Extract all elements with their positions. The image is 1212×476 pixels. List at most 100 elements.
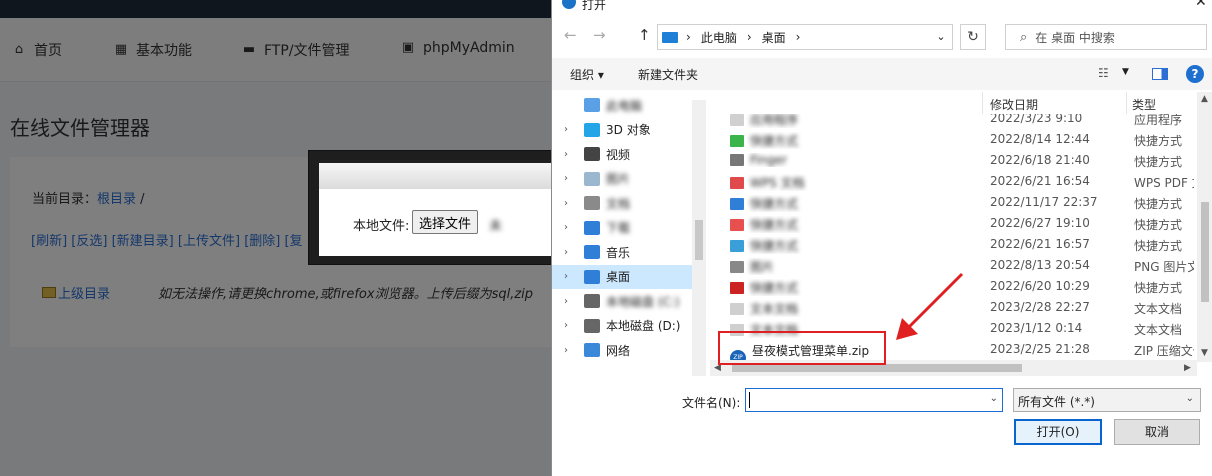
tree-item-label: 网络 [606, 343, 631, 358]
column-header: 修改日期 类型 [710, 92, 1212, 114]
chevron-down-icon[interactable]: ⌄ [990, 393, 998, 404]
search-input[interactable]: ⌕ 在 桌面 中搜索 [1005, 24, 1207, 50]
tree-item[interactable]: › 网络 [552, 338, 692, 362]
scroll-thumb[interactable] [695, 220, 703, 260]
chevron-right-icon[interactable]: › [564, 320, 578, 331]
file-row[interactable]: Finger 2022/6/18 21:40 快捷方式 [710, 150, 1190, 171]
file-name-cell: 快捷方式 [730, 279, 970, 296]
computer-icon [662, 31, 678, 43]
back-arrow-icon[interactable]: ← [564, 26, 577, 44]
folder-icon [584, 269, 600, 284]
scroll-thumb[interactable] [732, 364, 1022, 372]
column-date[interactable]: 修改日期 [990, 96, 1038, 113]
open-file-dialog: 打开 ✕ ← → ↑ › 此电脑 › 桌面 › ⌄ ↻ ⌕ 在 桌面 中搜索 组… [551, 0, 1212, 476]
address-bar[interactable]: › 此电脑 › 桌面 › ⌄ [657, 24, 953, 50]
refresh-button[interactable]: ↻ [960, 24, 986, 50]
forward-arrow-icon[interactable]: → [593, 26, 606, 44]
folder-icon [584, 196, 600, 210]
scroll-thumb[interactable] [1201, 202, 1209, 302]
tree-item-label: 图片 [606, 172, 631, 186]
file-name: 应用程序 [750, 113, 799, 127]
breadcrumb-this-pc[interactable]: 此电脑 [701, 29, 737, 46]
tree-item[interactable]: › 本地磁盘 (C:) [552, 289, 692, 313]
file-name: 快捷方式 [750, 134, 799, 148]
tree-item-label: 此电脑 [606, 98, 643, 113]
breadcrumb-desktop[interactable]: 桌面 [762, 29, 786, 46]
choose-file-button[interactable]: 选择文件 [412, 210, 479, 234]
new-folder-button[interactable]: 新建文件夹 [638, 66, 698, 83]
tree-item[interactable]: › 本地磁盘 (D:) [552, 314, 692, 338]
tree-item[interactable]: › 3D 对象 [552, 118, 692, 142]
chevron-right-icon[interactable]: › [564, 345, 578, 356]
file-type-filter[interactable]: 所有文件 (*.*) ⌄ [1013, 388, 1201, 412]
file-date: 2022/6/21 16:54 [990, 174, 1090, 188]
file-date: 2022/6/21 16:57 [990, 237, 1090, 251]
file-type: 快捷方式 [1134, 197, 1183, 211]
chevron-right-icon[interactable]: › [564, 149, 578, 160]
tree-item[interactable]: › 视频 [552, 142, 692, 166]
file-row[interactable]: 文本文档 2023/2/28 22:27 文本文档 [710, 297, 1190, 318]
chevron-right-icon: › [686, 30, 691, 44]
tree-item-label: 视频 [606, 147, 631, 162]
file-name-input[interactable]: ⌄ [745, 388, 1003, 412]
column-divider [982, 92, 983, 114]
file-name-cell: 快捷方式 [730, 132, 970, 149]
organize-menu[interactable]: 组织 ▾ [570, 66, 604, 83]
tree-item[interactable]: › 音乐 [552, 240, 692, 264]
file-row[interactable]: 快捷方式 2022/6/27 19:10 快捷方式 [710, 213, 1190, 234]
chevron-right-icon[interactable]: › [564, 173, 578, 184]
tree-item[interactable]: 此电脑 [552, 93, 692, 117]
file-icon [730, 303, 744, 315]
tree-item[interactable]: › 文档 [552, 191, 692, 215]
chevron-right-icon[interactable]: › [564, 296, 578, 307]
tree-scrollbar[interactable] [692, 100, 706, 376]
tree-item-label: 下载 [606, 221, 631, 235]
file-date: 2023/2/25 21:28 [990, 342, 1090, 356]
help-icon[interactable]: ? [1186, 65, 1204, 83]
up-arrow-icon[interactable]: ↑ [638, 26, 651, 44]
chevron-right-icon[interactable]: › [564, 247, 578, 258]
tree-item[interactable]: › 桌面 [552, 264, 692, 289]
file-name: 快捷方式 [750, 281, 799, 295]
scroll-up-icon[interactable]: ▲ [1201, 94, 1208, 104]
upload-modal: 本地文件: 选择文件 未 [308, 150, 568, 265]
open-button[interactable]: 打开(O) [1014, 419, 1102, 445]
file-date: 2022/6/20 10:29 [990, 279, 1090, 293]
file-icon [730, 198, 744, 210]
folder-icon [584, 98, 600, 112]
view-options-icon[interactable]: ☷ [1098, 66, 1109, 80]
file-row[interactable]: 快捷方式 2022/6/20 10:29 快捷方式 [710, 276, 1190, 297]
no-file-text: 未 [489, 219, 503, 234]
tree-item[interactable]: › 下载 [552, 216, 692, 240]
file-row[interactable]: 快捷方式 2022/6/21 16:57 快捷方式 [710, 234, 1190, 255]
chevron-down-icon[interactable]: ▼ [1122, 67, 1129, 77]
address-row: ← → ↑ › 此电脑 › 桌面 › ⌄ ↻ ⌕ 在 桌面 中搜索 [552, 20, 1212, 52]
chevron-right-icon[interactable]: › [564, 222, 578, 233]
folder-icon [584, 122, 600, 137]
file-icon [730, 135, 744, 147]
chevron-down-icon[interactable]: ⌄ [1186, 393, 1194, 404]
file-row[interactable]: 快捷方式 2022/8/14 12:44 快捷方式 [710, 129, 1190, 150]
chevron-right-icon[interactable]: › [564, 198, 578, 209]
tree-item-label: 本地磁盘 (D:) [606, 319, 681, 333]
preview-pane-icon[interactable] [1152, 68, 1168, 80]
vertical-scrollbar[interactable]: ▲ ▼ [1197, 92, 1212, 362]
scroll-down-icon[interactable]: ▼ [1201, 348, 1208, 358]
file-row[interactable]: WPS 文档 2022/6/21 16:54 WPS PDF 文 [710, 171, 1194, 192]
file-name: 快捷方式 [750, 239, 799, 253]
chevron-down-icon[interactable]: ⌄ [930, 25, 952, 49]
cancel-button[interactable]: 取消 [1114, 419, 1200, 445]
file-type: 快捷方式 [1134, 281, 1183, 295]
close-icon[interactable]: ✕ [1195, 0, 1207, 10]
file-type: 快捷方式 [1134, 134, 1183, 148]
tree-item[interactable]: › 图片 [552, 167, 692, 191]
chevron-right-icon[interactable]: › [564, 271, 578, 282]
file-icon [730, 219, 744, 231]
column-type[interactable]: 类型 [1132, 96, 1156, 113]
file-row[interactable]: 快捷方式 2022/11/17 22:37 快捷方式 [710, 192, 1190, 213]
file-icon [730, 114, 744, 126]
scroll-right-icon[interactable]: ▶ [1184, 363, 1191, 373]
file-name-cell: Finger [730, 153, 970, 167]
chevron-right-icon[interactable]: › [564, 124, 578, 135]
file-row[interactable]: 图片 2022/8/13 20:54 PNG 图片文 [710, 255, 1194, 276]
